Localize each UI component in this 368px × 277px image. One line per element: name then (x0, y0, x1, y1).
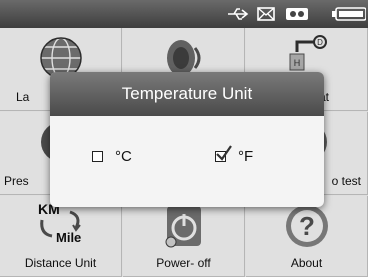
battery-icon (332, 7, 366, 21)
dialog-title: Temperature Unit (50, 72, 324, 116)
fahrenheit-checkbox[interactable] (215, 145, 232, 162)
screen: La D H nat Pres (0, 0, 368, 277)
fahrenheit-label: °F (238, 148, 254, 165)
option-celsius[interactable]: °C (92, 148, 132, 165)
celsius-checkbox[interactable] (92, 151, 103, 162)
celsius-label: °C (115, 148, 132, 165)
mail-icon (257, 7, 275, 21)
tape-icon (286, 8, 308, 20)
checkmark-icon (216, 145, 232, 161)
option-fahrenheit[interactable]: °F (215, 145, 254, 165)
temperature-unit-dialog: Temperature Unit °C °F (50, 72, 324, 207)
status-bar (0, 0, 368, 28)
usb-icon (228, 8, 249, 20)
